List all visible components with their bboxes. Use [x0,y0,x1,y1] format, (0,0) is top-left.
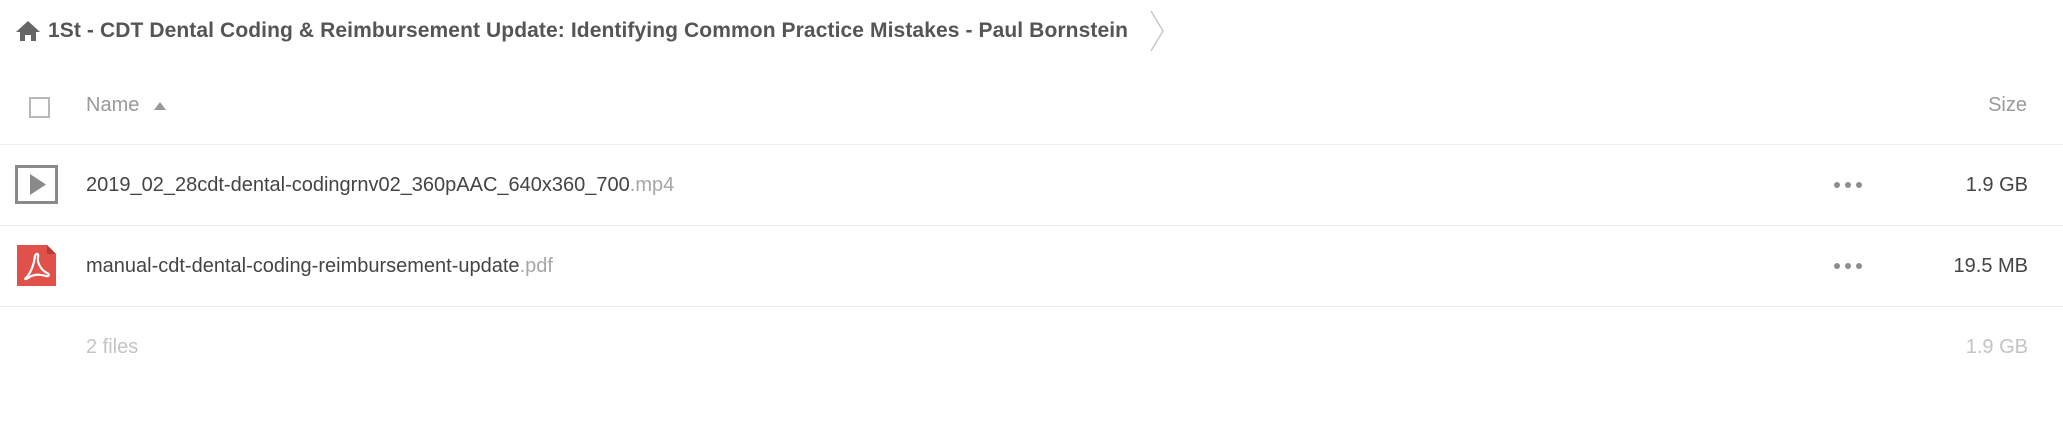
file-name[interactable]: 2019_02_28cdt-dental-codingrnv02_360pAAC… [86,145,674,225]
video-play-icon [15,165,58,204]
table-row[interactable]: 2019_02_28cdt-dental-codingrnv02_360pAAC… [0,145,2063,226]
total-size: 1.9 GB [1965,335,2028,358]
file-base-name: 2019_02_28cdt-dental-codingrnv02_360pAAC… [86,173,630,196]
file-name[interactable]: manual-cdt-dental-coding-reimbursement-u… [86,226,553,306]
dot-icon [1845,263,1851,269]
more-options-button[interactable] [1834,254,1862,278]
more-options-button[interactable] [1834,173,1862,197]
dot-icon [1834,263,1840,269]
table-summary: 2 files 1.9 GB [0,307,2063,387]
dot-icon [1845,182,1851,188]
table-row[interactable]: manual-cdt-dental-coding-reimbursement-u… [0,226,2063,307]
breadcrumb-separator-icon [1150,10,1164,52]
dot-icon [1856,182,1862,188]
home-icon[interactable] [14,19,42,43]
file-browser: 1St - CDT Dental Coding & Reimbursement … [0,0,2063,443]
file-size: 1.9 GB [1965,173,2028,196]
dot-icon [1856,263,1862,269]
name-column-header[interactable]: Name [86,94,167,117]
file-extension: .pdf [519,254,553,277]
breadcrumb: 1St - CDT Dental Coding & Reimbursement … [14,0,1168,62]
select-all-checkbox[interactable] [29,97,50,118]
size-column-header[interactable]: Size [1988,94,2027,117]
file-extension: .mp4 [629,173,675,196]
file-size: 19.5 MB [1953,254,2028,277]
sort-ascending-icon[interactable] [153,101,167,111]
table-header: Name Size [0,74,2063,145]
breadcrumb-folder-title[interactable]: 1St - CDT Dental Coding & Reimbursement … [48,19,1128,43]
name-column-label: Name [86,94,140,116]
dot-icon [1834,182,1840,188]
file-base-name: manual-cdt-dental-coding-reimbursement-u… [86,254,520,277]
pdf-icon [17,245,56,286]
file-count: 2 files [86,335,139,358]
